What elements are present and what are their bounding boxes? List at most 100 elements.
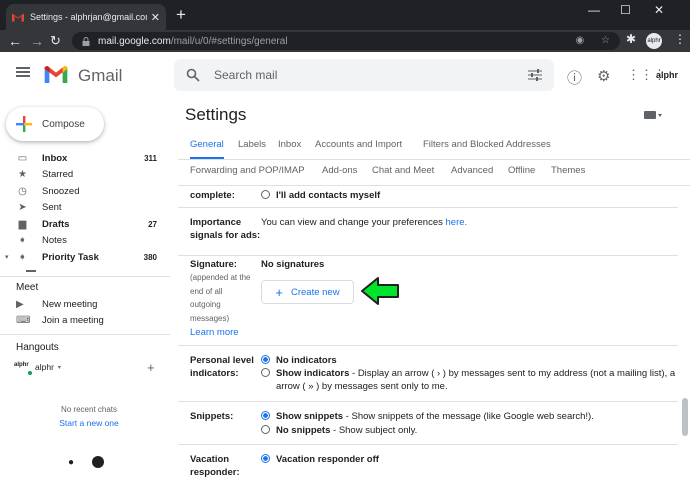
browser-toolbar: ← → ↻ mail.google.com/mail/u/0/#settings… bbox=[0, 30, 690, 52]
tab-addons[interactable]: Add-ons bbox=[322, 165, 357, 176]
sidebar-item-label: Snoozed bbox=[42, 185, 80, 197]
tab-chat-meet[interactable]: Chat and Meet bbox=[372, 165, 434, 176]
account-logo[interactable]: alphr bbox=[656, 70, 678, 80]
forward-icon[interactable]: → bbox=[30, 32, 44, 50]
clock-icon: ◷ bbox=[18, 185, 27, 197]
scrollbar[interactable] bbox=[682, 398, 688, 436]
sidebar-item-sent[interactable]: ➤ Sent bbox=[0, 200, 170, 217]
radio-button[interactable] bbox=[261, 368, 270, 377]
draft-icon: ▆ bbox=[18, 218, 27, 230]
tab-forwarding[interactable]: Forwarding and POP/IMAP bbox=[190, 165, 305, 176]
video-icon: ▶ bbox=[16, 299, 24, 310]
gmail-favicon bbox=[12, 12, 24, 22]
back-icon[interactable]: ← bbox=[8, 32, 22, 50]
menu-dots-icon[interactable]: ⋮ bbox=[674, 32, 686, 46]
show-indicators-option[interactable]: Show indicators - Display an arrow ( › )… bbox=[261, 367, 681, 393]
tab-general[interactable]: General bbox=[190, 139, 224, 159]
radio-button[interactable] bbox=[261, 190, 270, 199]
no-signatures-text: No signatures bbox=[261, 259, 325, 270]
keyboard-icon[interactable] bbox=[644, 110, 662, 120]
setting-row-snippets: Snippets: Show snippets - Show snippets … bbox=[178, 402, 678, 445]
settings-gear-icon[interactable]: ⚙ bbox=[597, 67, 610, 85]
address-bar[interactable]: mail.google.com/mail/u/0/#settings/gener… bbox=[72, 32, 620, 50]
expand-arrow-icon[interactable]: ▾ bbox=[5, 253, 9, 261]
search-options-icon[interactable] bbox=[528, 69, 542, 81]
tab-inbox[interactable]: Inbox bbox=[278, 139, 301, 150]
preferences-link[interactable]: here. bbox=[446, 217, 468, 228]
eye-icon[interactable]: ◉ bbox=[576, 35, 585, 46]
start-new-chat-link[interactable]: Start a new one bbox=[0, 418, 178, 428]
unread-count: 311 bbox=[144, 153, 157, 163]
setting-label: Importance signals for ads: bbox=[190, 217, 261, 241]
chat-bubble-icon[interactable] bbox=[92, 456, 104, 468]
radio-button[interactable] bbox=[261, 454, 270, 463]
setting-label: Vacation responder: bbox=[190, 454, 240, 478]
meet-section-title: Meet bbox=[16, 282, 39, 293]
gmail-logo-icon bbox=[44, 66, 68, 83]
label-icon: ➧ bbox=[18, 251, 27, 263]
add-chat-icon[interactable]: + bbox=[147, 360, 155, 375]
setting-label: Signature: bbox=[190, 259, 237, 270]
setting-row-contacts: complete: I'll add contacts myself bbox=[178, 186, 678, 208]
browser-tab[interactable]: Settings - alphrjan@gmail.com - ✕ bbox=[6, 4, 166, 30]
option-label: Vacation responder off bbox=[276, 454, 379, 465]
new-tab-icon[interactable]: + bbox=[176, 6, 186, 24]
search-icon[interactable] bbox=[186, 68, 200, 82]
option-description: arrow ( » ) by messages sent only to me. bbox=[276, 381, 448, 392]
reload-icon[interactable]: ↻ bbox=[50, 32, 61, 50]
no-indicators-option[interactable]: No indicators bbox=[261, 354, 337, 367]
radio-button[interactable] bbox=[261, 355, 270, 364]
extensions-icon[interactable]: ✱ bbox=[626, 32, 636, 46]
sidebar-item-drafts[interactable]: ▆ Drafts 27 bbox=[0, 216, 170, 233]
hamburger-menu-icon[interactable] bbox=[16, 67, 30, 77]
sidebar-item-snoozed[interactable]: ◷ Snoozed bbox=[0, 183, 170, 200]
minimize-icon[interactable]: — bbox=[588, 3, 600, 17]
compose-button[interactable]: Compose bbox=[6, 107, 104, 141]
tab-advanced[interactable]: Advanced bbox=[451, 165, 493, 176]
radio-button[interactable] bbox=[261, 425, 270, 434]
gmail-logo-text: Gmail bbox=[78, 66, 123, 85]
signature-subtext: (appended at the end of all outgoing mes… bbox=[190, 273, 251, 323]
contacts-option[interactable]: I'll add contacts myself bbox=[261, 189, 380, 202]
option-label: No snippets bbox=[276, 425, 331, 436]
search-bar[interactable]: Search mail bbox=[174, 59, 554, 91]
label-icon bbox=[26, 270, 36, 272]
tab-accounts[interactable]: Accounts and Import bbox=[315, 139, 402, 150]
join-meeting-button[interactable]: ⌨ Join a meeting bbox=[16, 315, 104, 326]
radio-button[interactable] bbox=[261, 411, 270, 420]
option-description: - Show snippets of the message (like Goo… bbox=[343, 411, 594, 422]
divider bbox=[0, 276, 170, 277]
tab-filters[interactable]: Filters and Blocked Addresses bbox=[423, 139, 551, 150]
close-icon[interactable]: ✕ bbox=[151, 11, 160, 24]
send-icon: ➤ bbox=[18, 202, 27, 214]
keyboard-icon: ⌨ bbox=[16, 315, 31, 326]
window-close-icon[interactable]: ✕ bbox=[654, 3, 664, 17]
learn-more-link[interactable]: Learn more bbox=[190, 327, 239, 338]
search-input[interactable]: Search mail bbox=[214, 68, 528, 82]
chevron-down-icon[interactable]: ▾ bbox=[58, 364, 61, 371]
avatar[interactable]: alphr bbox=[646, 33, 662, 49]
no-chats-text: No recent chats bbox=[60, 405, 118, 414]
sidebar-item-starred[interactable]: ★ Starred bbox=[0, 167, 170, 184]
sidebar-item-inbox[interactable]: ▭ Inbox 311 bbox=[0, 150, 170, 167]
no-snippets-option[interactable]: No snippets - Show subject only. bbox=[261, 424, 417, 437]
tab-labels[interactable]: Labels bbox=[238, 139, 266, 150]
show-snippets-option[interactable]: Show snippets - Show snippets of the mes… bbox=[261, 410, 594, 423]
person-icon[interactable]: ● bbox=[68, 457, 74, 468]
new-meeting-button[interactable]: ▶ New meeting bbox=[16, 299, 97, 310]
setting-row-vacation: Vacation responder: Vacation responder of… bbox=[178, 445, 678, 478]
vacation-off-option[interactable]: Vacation responder off bbox=[261, 453, 379, 466]
hangouts-user[interactable]: alphr alphr ▾ bbox=[14, 362, 61, 376]
setting-row-signature: Signature: (appended at the end of all o… bbox=[178, 256, 678, 346]
star-icon[interactable]: ☆ bbox=[601, 35, 610, 46]
tab-themes[interactable]: Themes bbox=[551, 165, 585, 176]
compose-label: Compose bbox=[42, 118, 85, 130]
button-label: Create new bbox=[291, 286, 340, 298]
sidebar-item-priority-task[interactable]: ▾ ➧ Priority Task 380 bbox=[0, 249, 170, 266]
tab-offline[interactable]: Offline bbox=[508, 165, 535, 176]
create-new-signature-button[interactable]: + Create new bbox=[261, 280, 354, 304]
sidebar-item-notes[interactable]: ➧ Notes bbox=[0, 233, 170, 250]
maximize-icon[interactable]: ☐ bbox=[620, 3, 631, 17]
help-icon[interactable]: ⓘ bbox=[567, 67, 582, 88]
highlight-arrow-icon bbox=[361, 277, 399, 305]
